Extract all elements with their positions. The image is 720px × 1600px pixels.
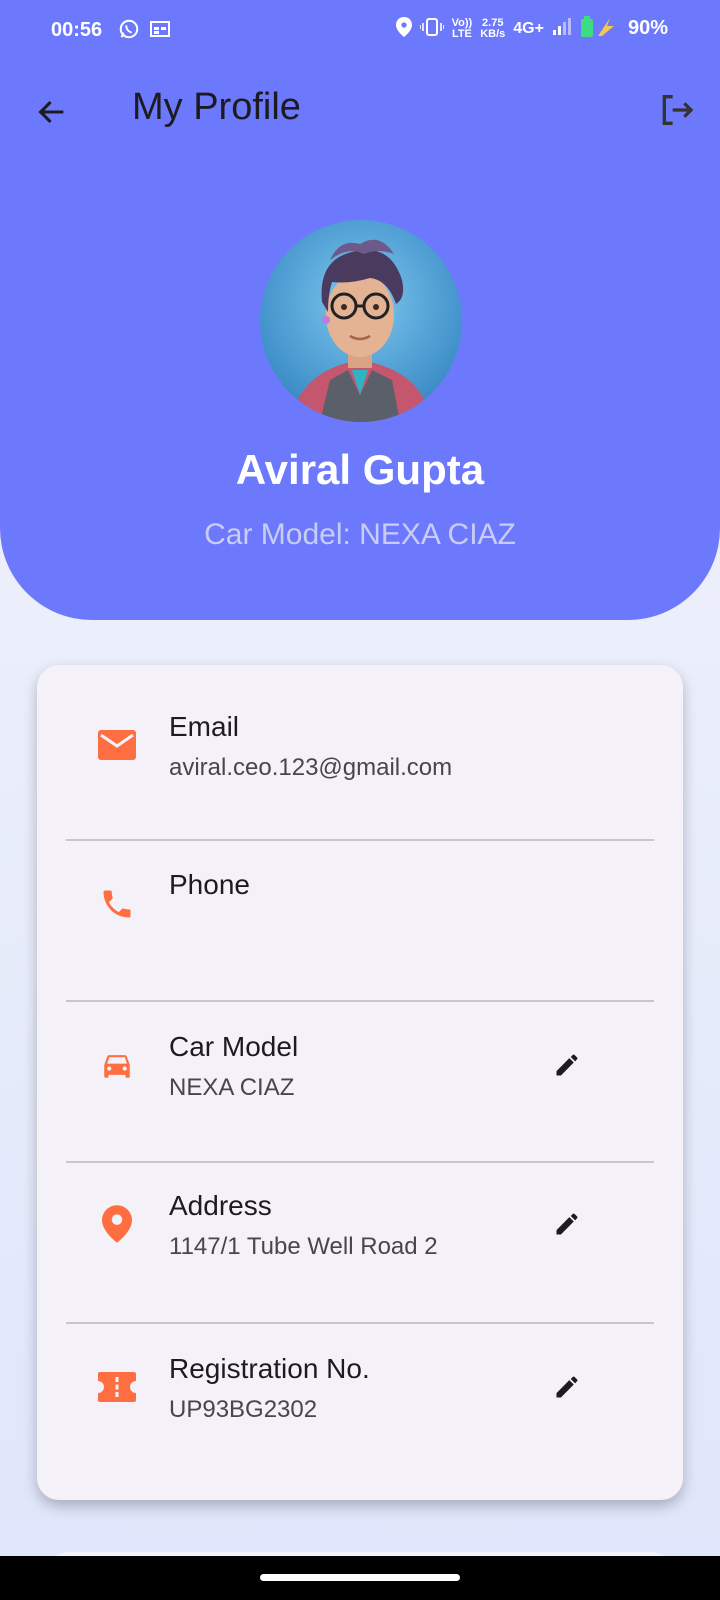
home-gesture-handle[interactable]: [260, 1574, 460, 1581]
arrow-left-icon: [38, 100, 64, 124]
detail-label: Email: [169, 711, 240, 742]
app-bar: My Profile: [0, 70, 720, 150]
pencil-icon: [556, 1054, 578, 1076]
detail-value: aviral.ceo.123@gmail.com: [169, 754, 453, 781]
battery-icon: [580, 16, 616, 41]
location-pin-icon: [97, 1204, 137, 1244]
status-bar: 00:56 Vo)) LTE 2.75 KB/s 4G+ 90%: [0, 0, 720, 62]
location-status-icon: [395, 17, 412, 40]
avatar[interactable]: [260, 220, 462, 422]
ticket-icon: [97, 1367, 137, 1407]
edit-car-model-button[interactable]: [547, 1045, 587, 1085]
logout-icon: [662, 95, 694, 125]
logout-button[interactable]: [654, 88, 698, 132]
vibrate-icon: [418, 18, 445, 39]
detail-label: Registration No.: [169, 1353, 370, 1384]
profile-details-card: Email aviral.ceo.123@gmail.com Phone Car…: [37, 665, 683, 1500]
detail-row-registration[interactable]: Registration No. UP93BG2302: [37, 1323, 683, 1483]
detail-row-car-model[interactable]: Car Model NEXA CIAZ: [37, 1001, 683, 1161]
status-time: 00:56: [51, 19, 103, 41]
edit-address-button[interactable]: [547, 1204, 587, 1244]
page-title: My Profile: [132, 86, 301, 128]
calendar-notification-icon: [150, 20, 170, 44]
avatar-illustration: [290, 239, 432, 422]
detail-label: Car Model: [169, 1031, 299, 1062]
detail-row-phone[interactable]: Phone: [37, 840, 683, 1000]
detail-value: 1147/1 Tube Well Road 2: [169, 1233, 438, 1260]
detail-row-email[interactable]: Email aviral.ceo.123@gmail.com: [37, 665, 683, 825]
volte-indicator: Vo)) LTE: [451, 16, 473, 40]
signal-icon: [552, 18, 572, 39]
whatsapp-icon: [118, 18, 140, 46]
edit-registration-button[interactable]: [547, 1367, 587, 1407]
network-type: 4G+: [513, 19, 544, 37]
detail-row-address[interactable]: Address 1147/1 Tube Well Road 2: [37, 1162, 683, 1322]
pencil-icon: [556, 1213, 578, 1235]
email-icon: [97, 725, 137, 765]
detail-value: UP93BG2302: [169, 1396, 318, 1423]
detail-label: Phone: [169, 869, 250, 900]
detail-value: NEXA CIAZ: [169, 1074, 295, 1101]
profile-car-model: Car Model: NEXA CIAZ: [204, 518, 516, 551]
phone-icon: [97, 884, 137, 924]
car-icon: [97, 1045, 137, 1085]
network-speed: 2.75 KB/s: [480, 16, 506, 40]
back-button[interactable]: [30, 90, 74, 134]
profile-name: Aviral Gupta: [235, 446, 485, 493]
detail-label: Address: [169, 1190, 272, 1221]
battery-level: 90%: [627, 17, 668, 39]
pencil-icon: [556, 1376, 578, 1398]
